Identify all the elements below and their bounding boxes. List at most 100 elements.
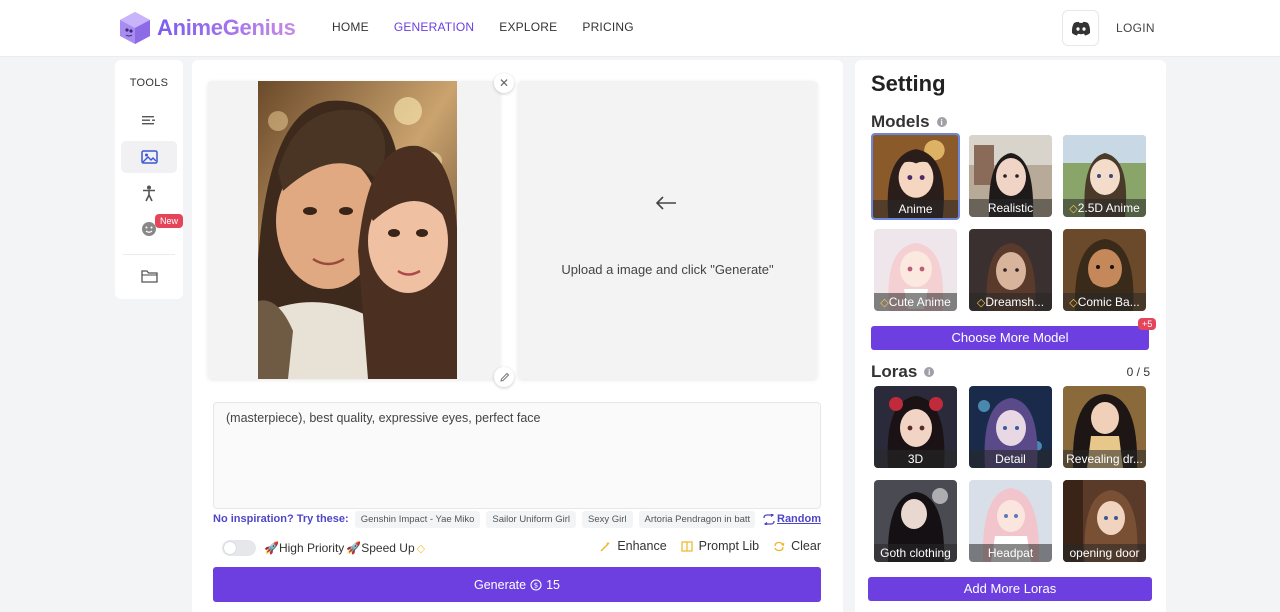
loras-title: Loras — [871, 362, 918, 381]
lora-label: Revealing dr... — [1063, 450, 1146, 468]
model-label: ◇Dreamsh... — [969, 293, 1052, 311]
generate-cost: 15 — [546, 577, 561, 592]
login-link[interactable]: LOGIN — [1116, 21, 1155, 35]
loras-header: Loras i — [871, 362, 935, 382]
image-icon — [140, 150, 158, 164]
enhance-label: Enhance — [617, 539, 667, 553]
prompt-lib-label: Prompt Lib — [698, 539, 760, 553]
generate-label: Generate — [473, 577, 527, 592]
random-label: Random — [777, 513, 821, 525]
logo[interactable]: AnimeGenius — [117, 10, 296, 46]
tool-pose[interactable] — [121, 177, 177, 209]
coin-icon: $ — [530, 578, 542, 591]
model-card-anime[interactable]: Anime — [871, 133, 960, 220]
nav-home[interactable]: HOME — [332, 20, 369, 34]
arrow-left-icon — [655, 196, 676, 210]
text-lines-icon — [142, 116, 155, 125]
inspiration-chip[interactable]: Artoria Pendragon in batt — [638, 510, 755, 528]
prompt-input[interactable]: (masterpiece), best quality, expressive … — [213, 402, 821, 509]
model-label-text: 2.5D Anime — [1077, 201, 1140, 215]
tool-image-to-image[interactable] — [121, 141, 177, 173]
edit-image-button[interactable] — [494, 367, 514, 387]
inspiration-chip[interactable]: Sailor Uniform Girl — [486, 510, 576, 528]
svg-text:$: $ — [534, 581, 538, 589]
model-label: Realistic — [969, 199, 1052, 217]
tools-sidebar: TOOLS New — [115, 60, 184, 299]
model-label: Anime — [873, 200, 958, 218]
generate-button[interactable]: Generate $ 15 — [213, 567, 821, 602]
diamond-icon: ◇ — [1069, 297, 1078, 309]
tool-text-to-image[interactable] — [121, 105, 177, 137]
close-icon: ✕ — [498, 76, 510, 90]
model-card-2-5d-anime[interactable]: ◇2.5D Anime — [1063, 135, 1146, 217]
model-label: ◇Comic Ba... — [1063, 293, 1146, 311]
high-priority-toggle[interactable] — [222, 540, 256, 556]
models-header: Models i — [871, 112, 947, 132]
info-icon[interactable]: i — [924, 367, 935, 377]
main-nav: HOME GENERATION EXPLORE PRICING — [332, 20, 634, 34]
result-panel: Upload a image and click "Generate" — [518, 81, 817, 379]
clear-label: Clear — [791, 539, 821, 553]
new-badge: New — [155, 214, 184, 228]
remove-image-button[interactable]: ✕ — [494, 73, 514, 93]
tools-title: TOOLS — [129, 77, 169, 89]
lora-card-detail[interactable]: Detail — [969, 386, 1052, 468]
model-label-text: Dreamsh... — [985, 295, 1045, 309]
priority-options: 🚀High Priority 🚀Speed Up ◇ — [222, 538, 425, 558]
model-card-realistic[interactable]: Realistic — [969, 135, 1052, 217]
inspiration-chip[interactable]: Genshin Impact - Yae Miko — [354, 510, 481, 528]
tools-divider — [123, 254, 175, 255]
model-label-text: Comic Ba... — [1077, 295, 1140, 309]
prompt-lib-button[interactable]: Prompt Lib — [681, 539, 759, 553]
enhance-button[interactable]: Enhance — [600, 539, 667, 553]
logo-text: AnimeGenius — [157, 15, 296, 40]
pencil-icon — [499, 372, 509, 382]
speed-up-label: 🚀Speed Up — [346, 541, 415, 555]
model-label: ◇Cute Anime — [874, 293, 957, 311]
lora-card-3d[interactable]: 3D — [874, 386, 957, 468]
inspiration-label: No inspiration? Try these: — [213, 513, 349, 525]
model-label: ◇2.5D Anime — [1063, 199, 1146, 217]
high-priority-label: 🚀High Priority — [264, 541, 345, 555]
shuffle-icon — [763, 513, 775, 525]
folder-icon — [140, 270, 158, 283]
discord-button[interactable] — [1062, 10, 1099, 46]
lora-label: 3D — [874, 450, 957, 468]
info-icon[interactable]: i — [936, 117, 947, 127]
random-link[interactable]: Random — [763, 513, 821, 525]
lora-label: Goth clothing — [874, 544, 957, 562]
inspiration-row: No inspiration? Try these: Genshin Impac… — [213, 510, 821, 528]
model-card-dreamshaper[interactable]: ◇Dreamsh... — [969, 229, 1052, 311]
lora-card-revealing-dress[interactable]: Revealing dr... — [1063, 386, 1146, 468]
inspiration-chip[interactable]: Sexy Girl — [582, 510, 633, 528]
clear-button[interactable]: Clear — [773, 539, 821, 553]
model-card-comic-base[interactable]: ◇Comic Ba... — [1063, 229, 1146, 311]
tool-folder[interactable] — [121, 260, 177, 292]
discord-icon — [1071, 21, 1090, 35]
top-header: AnimeGenius HOME GENERATION EXPLORE PRIC… — [0, 0, 1280, 57]
nav-explore[interactable]: EXPLORE — [499, 20, 557, 34]
prompt-text: (masterpiece), best quality, expressive … — [226, 411, 541, 425]
refresh-icon — [774, 541, 785, 551]
diamond-icon: ◇ — [1069, 203, 1078, 215]
lora-label: opening door — [1063, 544, 1146, 562]
generation-panel: ✕ Upload a image and click "Generate" (m… — [192, 60, 843, 612]
nav-pricing[interactable]: PRICING — [582, 20, 633, 34]
model-label-text: Cute Anime — [888, 295, 951, 309]
nav-generation[interactable]: GENERATION — [394, 20, 474, 34]
uploaded-photo — [258, 81, 457, 379]
model-card-cute-anime[interactable]: ◇Cute Anime — [874, 229, 957, 311]
lora-card-headpat[interactable]: Headpat — [969, 480, 1052, 562]
person-icon — [143, 185, 155, 201]
upload-instruction: Upload a image and click "Generate" — [561, 262, 774, 277]
diamond-icon: ◇ — [416, 542, 426, 555]
choose-more-model-button[interactable]: Choose More Model — [871, 326, 1149, 350]
settings-title: Setting — [871, 71, 946, 96]
settings-panel: Setting Models i Anime Realistic ◇2.5D A… — [855, 60, 1166, 612]
lora-card-goth-clothing[interactable]: Goth clothing — [874, 480, 957, 562]
add-more-loras-button[interactable]: Add More Loras — [868, 577, 1152, 601]
lora-card-opening-door[interactable]: opening door — [1063, 480, 1146, 562]
magic-wand-icon — [600, 541, 611, 551]
more-models-badge: +5 — [1138, 318, 1157, 330]
prompt-actions: Enhance Prompt Lib Clear — [600, 539, 821, 553]
